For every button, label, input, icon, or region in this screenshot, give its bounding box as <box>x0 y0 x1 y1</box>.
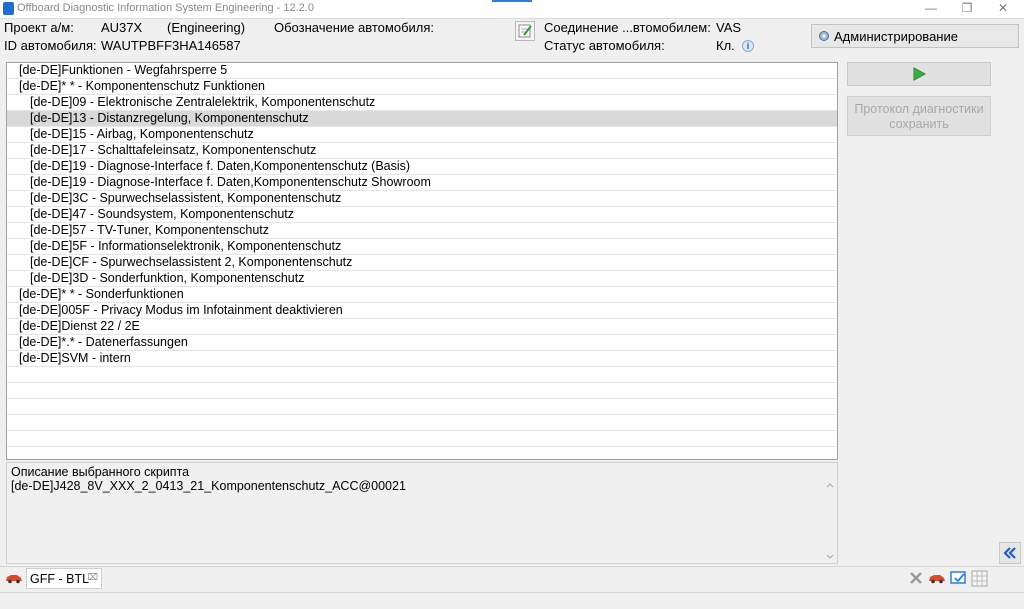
vehicle-id-label: ID автомобиля: <box>4 38 97 53</box>
script-label: [de-DE]57 - TV-Tuner, Komponentenschutz <box>30 223 270 237</box>
grid-icon[interactable] <box>971 570 988 587</box>
script-list-item[interactable]: [de-DE]13 - Distanzregelung, Komponenten… <box>7 111 837 127</box>
script-label: [de-DE]* * - Sonderfunktionen <box>19 287 184 301</box>
script-label: [de-DE]13 - Distanzregelung, Komponenten… <box>30 111 309 125</box>
script-list[interactable]: [de-DE]Funktionen - Wegfahrsperre 5 [de-D… <box>6 62 838 460</box>
status-value: Кл. <box>716 38 735 53</box>
script-list-item[interactable]: [de-DE]19 - Diagnose-Interface f. Daten,… <box>7 159 837 175</box>
car-icon <box>6 575 22 584</box>
app-icon <box>3 2 14 15</box>
project-value: AU37X <box>101 20 143 35</box>
script-label: [de-DE]005F - Privacy Modus im Infotainm… <box>19 303 343 317</box>
project-mode: (Engineering) <box>167 20 246 35</box>
tab-gff-btl[interactable]: GFF - BTL ⌧ <box>26 568 102 589</box>
script-list-item[interactable] <box>7 383 837 399</box>
tab-label: GFF - BTL <box>30 572 90 586</box>
script-list-item[interactable] <box>7 431 837 447</box>
connection-label: Соединение ...втомобилем: <box>544 20 711 35</box>
tools-icon[interactable] <box>909 571 923 585</box>
collapse-button[interactable] <box>999 542 1021 564</box>
script-list-item[interactable]: [de-DE]5F - Informationselektronik, Komp… <box>7 239 837 255</box>
monitor-check-icon[interactable] <box>950 570 967 587</box>
script-list-item[interactable] <box>7 367 837 383</box>
script-list-item[interactable]: [de-DE]47 - Soundsystem, Komponentenschu… <box>7 207 837 223</box>
script-description-panel: Описание выбранного скрипта [de-DE]J428_… <box>6 462 838 564</box>
save-protocol-button[interactable]: Протокол диагностики сохранить <box>847 96 991 136</box>
description-value: [de-DE]J428_8V_XXX_2_0413_21_Komponenten… <box>11 479 406 493</box>
script-list-item[interactable]: [de-DE]* * - Komponentenschutz Funktione… <box>7 79 837 95</box>
script-label: [de-DE]CF - Spurwechselassistent 2, Komp… <box>30 255 353 269</box>
script-label: [de-DE]3C - Spurwechselassistent, Kompon… <box>30 191 342 205</box>
car-status-icon[interactable] <box>928 572 946 584</box>
script-list-item[interactable]: [de-DE]005F - Privacy Modus im Infotainm… <box>7 303 837 319</box>
vehicle-id-value: WAUTPBFF3HA146587 <box>101 38 241 53</box>
notes-button[interactable] <box>515 21 535 41</box>
script-label: [de-DE]47 - Soundsystem, Komponentenschu… <box>30 207 295 221</box>
script-list-item[interactable]: [de-DE]Funktionen - Wegfahrsperre 5 <box>7 63 837 79</box>
gear-icon <box>819 31 829 41</box>
script-list-item[interactable]: [de-DE]57 - TV-Tuner, Komponentenschutz <box>7 223 837 239</box>
connection-value: VAS <box>716 20 742 35</box>
script-label: [de-DE]Dienst 22 / 2E <box>19 319 140 333</box>
script-list-item[interactable]: [de-DE]3C - Spurwechselassistent, Kompon… <box>7 191 837 207</box>
designation-label: Обозначение автомобиля: <box>274 20 435 35</box>
run-script-button[interactable] <box>847 62 991 86</box>
administration-label: Администрирование <box>834 29 958 44</box>
script-label: [de-DE]SVM - intern <box>19 351 131 365</box>
description-title: Описание выбранного скрипта <box>11 465 190 479</box>
restore-button[interactable]: ❐ <box>950 0 984 18</box>
tab-bar: GFF - BTL ⌧ <box>0 566 1024 591</box>
status-label: Статус автомобиля: <box>544 38 665 53</box>
window-title: Offboard Diagnostic Information System E… <box>17 2 314 14</box>
script-label: [de-DE]17 - Schalttafeleinsatz, Komponen… <box>30 143 317 157</box>
description-scrollbar[interactable] <box>823 479 837 563</box>
project-label: Проект а/м: <box>4 20 74 35</box>
play-icon <box>913 67 927 81</box>
script-list-item[interactable]: [de-DE]SVM - intern <box>7 351 837 367</box>
script-label: [de-DE]09 - Elektronische Zentralelektri… <box>30 95 376 109</box>
info-icon[interactable]: i <box>742 40 754 52</box>
script-label: [de-DE]3D - Sonderfunktion, Komponentens… <box>30 271 305 285</box>
script-list-item[interactable] <box>7 399 837 415</box>
script-list-item[interactable]: [de-DE]3D - Sonderfunktion, Komponentens… <box>7 271 837 287</box>
notepad-icon <box>518 24 532 38</box>
script-list-item[interactable]: [de-DE]09 - Elektronische Zentralelektri… <box>7 95 837 111</box>
window-titlebar: Offboard Diagnostic Information System E… <box>0 0 1024 19</box>
script-label: [de-DE]*.* - Datenerfassungen <box>19 335 188 349</box>
script-label: [de-DE]19 - Diagnose-Interface f. Daten,… <box>30 159 411 173</box>
script-label: [de-DE]5F - Informationselektronik, Komp… <box>30 239 342 253</box>
tab-close-icon[interactable]: ⌧ <box>88 572 98 583</box>
close-button[interactable]: ✕ <box>986 0 1020 18</box>
script-list-item[interactable]: [de-DE]CF - Spurwechselassistent 2, Komp… <box>7 255 837 271</box>
script-label: [de-DE]15 - Airbag, Komponentenschutz <box>30 127 254 141</box>
script-list-item[interactable]: [de-DE]*.* - Datenerfassungen <box>7 335 837 351</box>
script-label: [de-DE]Funktionen - Wegfahrsperre 5 <box>19 63 228 77</box>
double-chevron-left-icon <box>1003 547 1016 559</box>
status-bar <box>0 592 1024 609</box>
minimize-button[interactable]: — <box>914 0 948 18</box>
script-list-item[interactable] <box>7 415 837 431</box>
script-list-item[interactable]: [de-DE]Dienst 22 / 2E <box>7 319 837 335</box>
script-list-item[interactable]: [de-DE]15 - Airbag, Komponentenschutz <box>7 127 837 143</box>
script-label: [de-DE]19 - Diagnose-Interface f. Daten,… <box>30 175 431 189</box>
title-accent <box>492 0 532 2</box>
script-list-item[interactable]: [de-DE]17 - Schalttafeleinsatz, Komponen… <box>7 143 837 159</box>
script-list-item[interactable]: [de-DE]* * - Sonderfunktionen <box>7 287 837 303</box>
script-list-item[interactable]: [de-DE]19 - Diagnose-Interface f. Daten,… <box>7 175 837 191</box>
administration-button[interactable]: Администрирование <box>811 24 1019 48</box>
script-label: [de-DE]* * - Komponentenschutz Funktione… <box>19 79 265 93</box>
